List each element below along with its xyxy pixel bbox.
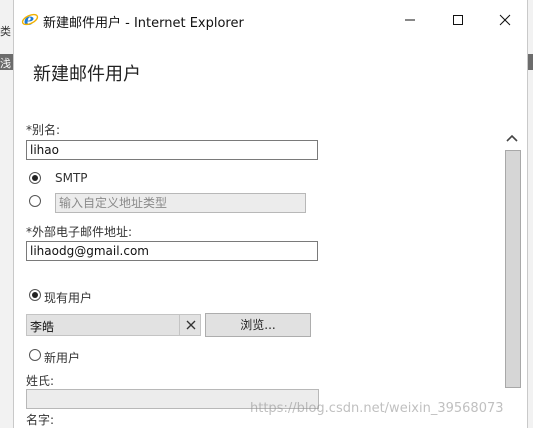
new-user-label: 新用户 bbox=[44, 351, 81, 365]
existing-user-field: 李皓 bbox=[26, 314, 201, 336]
background-text: 类 bbox=[0, 25, 11, 38]
browse-button[interactable]: 浏览... bbox=[205, 313, 311, 337]
close-button[interactable] bbox=[491, 6, 519, 34]
page-title: 新建邮件用户 bbox=[33, 64, 141, 85]
maximize-button[interactable] bbox=[444, 6, 472, 34]
custom-type-input[interactable]: 输入自定义地址类型 bbox=[55, 193, 306, 213]
minimize-button[interactable] bbox=[396, 6, 424, 34]
scroll-thumb[interactable] bbox=[505, 150, 521, 388]
vertical-scrollbar[interactable] bbox=[500, 130, 524, 428]
scroll-up-icon[interactable] bbox=[505, 132, 519, 144]
title-bar[interactable]: e 新建邮件用户 - Internet Explorer bbox=[14, 0, 527, 40]
window-title: 新建邮件用户 - Internet Explorer bbox=[43, 16, 244, 31]
selected-user-name: 李皓 bbox=[30, 320, 55, 334]
clear-icon bbox=[186, 320, 196, 330]
alias-input[interactable]: lihao bbox=[26, 140, 318, 160]
internet-explorer-icon: e bbox=[21, 10, 39, 28]
existing-user-label: 现有用户 bbox=[44, 291, 93, 305]
close-icon bbox=[499, 14, 511, 26]
maximize-icon bbox=[453, 15, 463, 25]
watermark: https://blog.csdn.net/weixin_39568073 bbox=[250, 401, 504, 416]
custom-type-radio[interactable] bbox=[29, 195, 41, 207]
smtp-radio[interactable] bbox=[29, 172, 41, 184]
minimize-icon bbox=[405, 19, 415, 21]
alias-label: *别名: bbox=[26, 123, 61, 137]
smtp-label: SMTP bbox=[55, 171, 88, 185]
svg-text:e: e bbox=[24, 10, 34, 28]
given-name-label: 名字: bbox=[26, 413, 55, 427]
existing-user-radio[interactable] bbox=[29, 289, 41, 301]
background-bar-text: 浅 bbox=[0, 57, 11, 70]
background-bar: 浅 bbox=[0, 54, 14, 70]
external-email-label: *外部电子邮件地址: bbox=[26, 225, 133, 239]
clear-user-button[interactable] bbox=[179, 315, 202, 335]
surname-label: 姓氏: bbox=[26, 374, 55, 388]
new-user-radio[interactable] bbox=[29, 349, 41, 361]
ie-dialog-window: e 新建邮件用户 - Internet Explorer 新建邮件用户 *别名:… bbox=[13, 0, 528, 428]
background-page-left: 类 浅 bbox=[0, 0, 14, 428]
external-email-input[interactable]: lihaodg@gmail.com bbox=[26, 241, 318, 261]
